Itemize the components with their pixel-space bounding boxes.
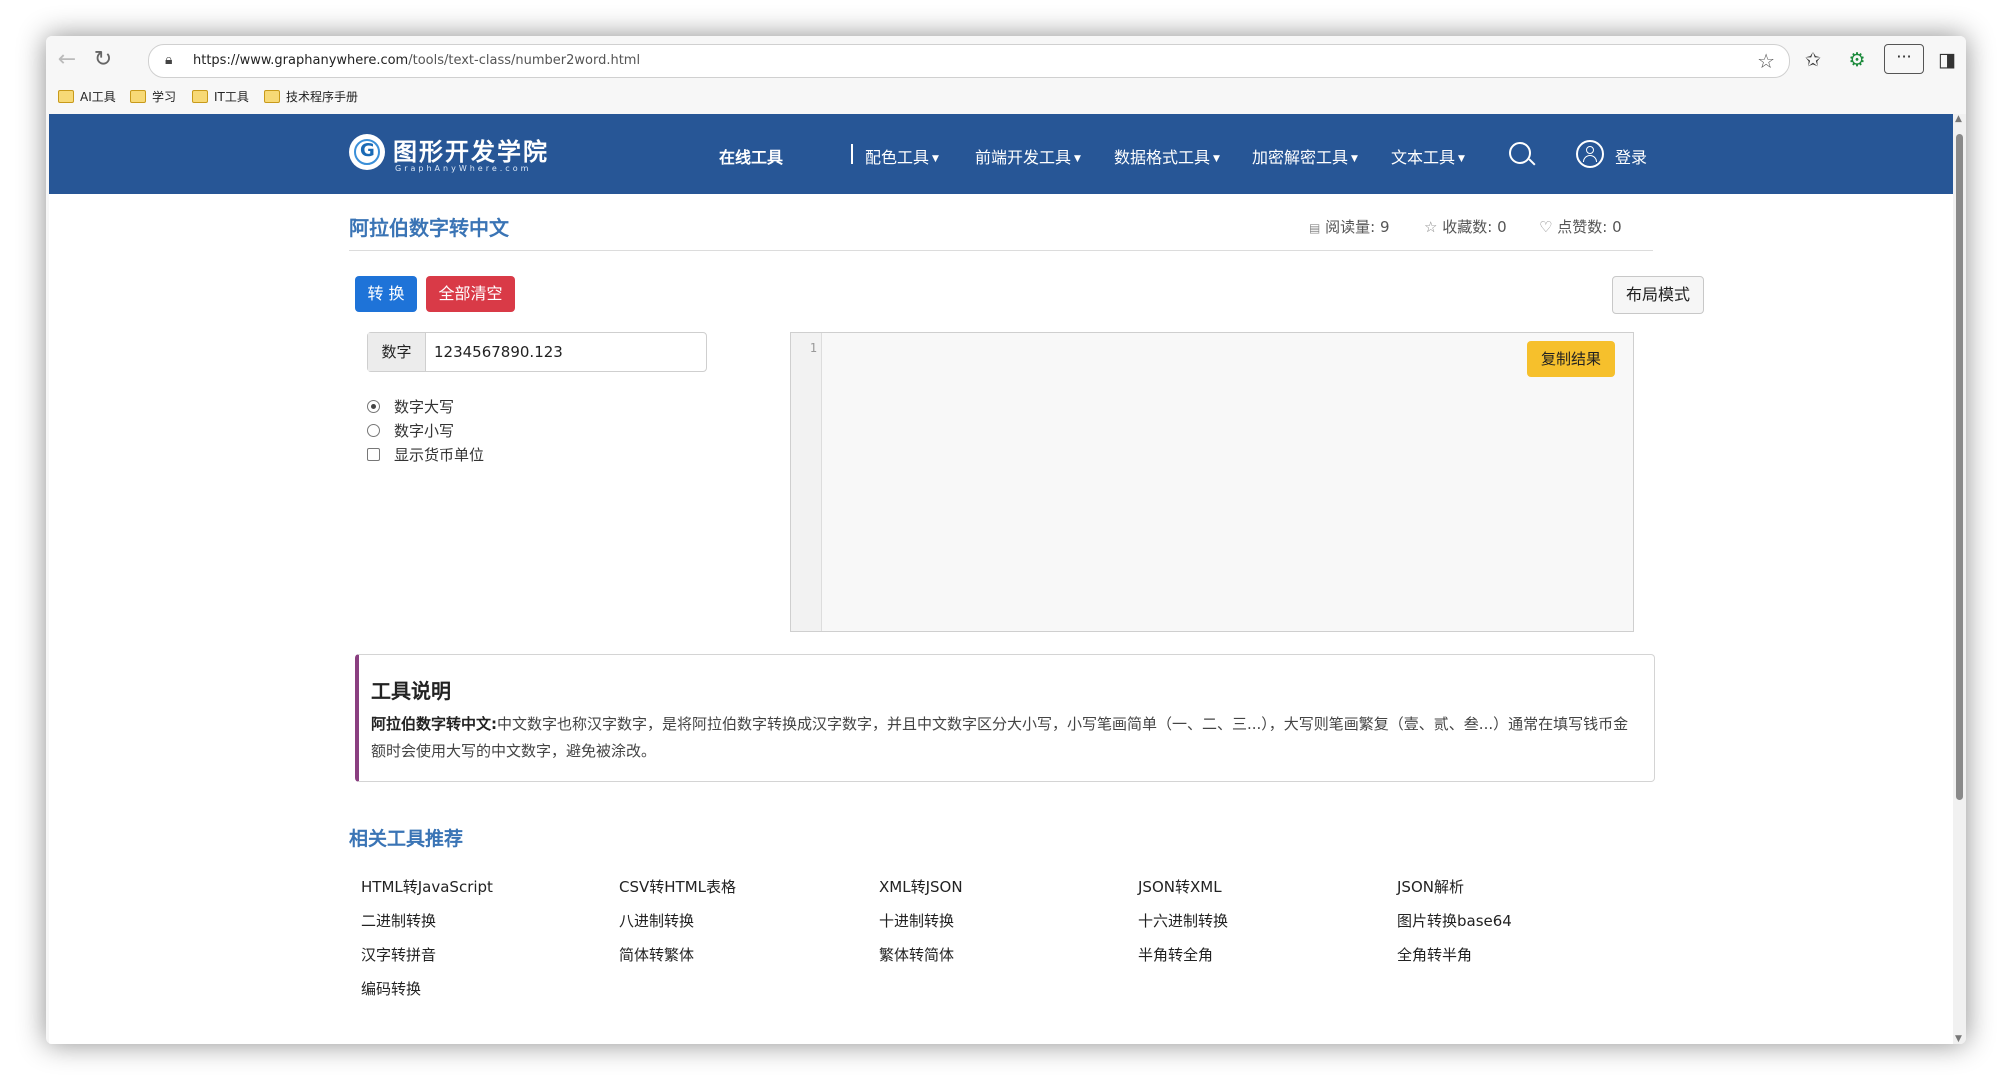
related-link[interactable]: 八进制转换 (619, 910, 694, 931)
back-arrow-icon[interactable]: ← (52, 45, 82, 75)
book-icon: ▤ (1309, 221, 1321, 235)
related-link[interactable]: 全角转半角 (1397, 944, 1472, 965)
scroll-down-icon[interactable]: ▼ (1955, 1034, 1962, 1044)
option-lowercase[interactable]: 数字小写 (367, 420, 454, 441)
browser-window: ← ↻ 🔒︎ https://www.graphanywhere.com/too… (46, 36, 1966, 1044)
bookmark-it-tools[interactable]: IT工具 (192, 88, 249, 105)
related-link[interactable]: XML转JSON (879, 876, 963, 897)
related-link[interactable]: JSON解析 (1397, 876, 1464, 897)
related-link[interactable]: 半角转全角 (1138, 944, 1213, 965)
address-bar-row: ← ↻ 🔒︎ https://www.graphanywhere.com/too… (46, 36, 1966, 82)
related-link[interactable]: 编码转换 (361, 978, 421, 999)
logo-icon: G (349, 134, 385, 170)
more-menu-icon[interactable]: ··· (1884, 44, 1924, 74)
related-tools-heading: 相关工具推荐 (349, 828, 464, 850)
related-link[interactable]: 简体转繁体 (619, 944, 694, 965)
related-link[interactable]: 汉字转拼音 (361, 944, 436, 965)
logo-subtitle: GraphAnyWhere.com (395, 164, 532, 173)
checkbox-unchecked[interactable] (367, 448, 380, 461)
caret-down-icon: ▼ (932, 154, 939, 164)
heart-icon: ♡ (1539, 218, 1553, 236)
layout-mode-button[interactable]: 布局模式 (1612, 276, 1704, 314)
bookmark-ai-tools[interactable]: AI工具 (58, 88, 116, 105)
page-title: 阿拉伯数字转中文 (349, 216, 509, 240)
page-scrollbar[interactable]: ▲ ▼ (1953, 114, 1966, 1044)
url-field[interactable]: 🔒︎ https://www.graphanywhere.com/tools/t… (148, 44, 1790, 78)
nav-online-tools[interactable]: 在线工具 (719, 144, 783, 168)
folder-icon (192, 90, 208, 103)
bookmarks-bar: AI工具 学习 IT工具 技术程序手册 (46, 82, 1966, 112)
logo-title: 图形开发学院 (393, 138, 549, 166)
sidebar-icon[interactable]: ◨ (1932, 46, 1962, 74)
clear-all-button[interactable]: 全部清空 (426, 276, 515, 312)
bookmark-tech-manual[interactable]: 技术程序手册 (264, 88, 358, 105)
favorites-icon[interactable]: ✩ (1798, 46, 1828, 74)
stat-likes[interactable]: ♡ 点赞数: 0 (1539, 216, 1622, 237)
option-uppercase[interactable]: 数字大写 (367, 396, 454, 417)
favorite-star-icon[interactable]: ☆ (1757, 49, 1775, 73)
option-currency-unit[interactable]: 显示货币单位 (367, 444, 484, 465)
title-divider (349, 250, 1653, 251)
tool-description-box: 工具说明 阿拉伯数字转中文:中文数字也称汉字数字，是将阿拉伯数字转换成汉字数字，… (355, 654, 1655, 782)
folder-icon (264, 90, 280, 103)
related-link[interactable]: HTML转JavaScript (361, 876, 493, 897)
radio-unchecked[interactable] (367, 424, 380, 437)
extension-icon[interactable]: ⚙ (1842, 46, 1872, 74)
copy-result-button[interactable]: 复制结果 (1527, 341, 1615, 377)
user-icon[interactable] (1576, 140, 1604, 168)
page-viewport: G 图形开发学院 GraphAnyWhere.com 在线工具 配色工具 ▼ 前端… (49, 114, 1953, 1044)
convert-button[interactable]: 转 换 (355, 276, 417, 312)
radio-checked[interactable] (367, 400, 380, 413)
nav-frontend-tools[interactable]: 前端开发工具 ▼ (975, 144, 1081, 168)
reload-icon[interactable]: ↻ (88, 45, 118, 75)
bookmark-study[interactable]: 学习 (130, 88, 176, 105)
scroll-up-icon[interactable]: ▲ (1955, 114, 1962, 124)
star-icon: ☆ (1424, 218, 1438, 236)
nav-divider (851, 144, 853, 164)
nav-color-tools[interactable]: 配色工具 ▼ (865, 144, 939, 168)
nav-data-format-tools[interactable]: 数据格式工具 ▼ (1114, 144, 1220, 168)
folder-icon (58, 90, 74, 103)
folder-icon (130, 90, 146, 103)
number-input-label: 数字 (368, 333, 426, 371)
related-link[interactable]: 十六进制转换 (1138, 910, 1228, 931)
related-link[interactable]: 二进制转换 (361, 910, 436, 931)
result-editor[interactable]: 1 复制结果 (790, 332, 1634, 632)
stat-favorites[interactable]: ☆ 收藏数: 0 (1424, 216, 1507, 237)
lock-icon: 🔒︎ (165, 52, 173, 68)
tool-description-text: 阿拉伯数字转中文:中文数字也称汉字数字，是将阿拉伯数字转换成汉字数字，并且中文数… (371, 715, 1629, 760)
number-input-group: 数字 1234567890.123 (367, 332, 707, 372)
tool-description-heading: 工具说明 (371, 679, 451, 703)
url-text: https://www.graphanywhere.com/tools/text… (193, 53, 641, 68)
nav-crypto-tools[interactable]: 加密解密工具 ▼ (1252, 144, 1358, 168)
site-logo[interactable]: G 图形开发学院 GraphAnyWhere.com (349, 130, 549, 178)
caret-down-icon: ▼ (1458, 154, 1465, 164)
editor-gutter: 1 (791, 333, 822, 631)
caret-down-icon: ▼ (1351, 154, 1358, 164)
scrollbar-thumb[interactable] (1956, 134, 1963, 800)
number-input[interactable]: 1234567890.123 (434, 333, 563, 371)
search-icon[interactable] (1509, 142, 1531, 164)
related-link[interactable]: CSV转HTML表格 (619, 876, 736, 897)
line-number: 1 (809, 341, 817, 355)
related-link[interactable]: 繁体转简体 (879, 944, 954, 965)
related-link[interactable]: 十进制转换 (879, 910, 954, 931)
nav-login[interactable]: 登录 (1615, 144, 1647, 168)
caret-down-icon: ▼ (1213, 154, 1220, 164)
related-link[interactable]: JSON转XML (1138, 876, 1222, 897)
caret-down-icon: ▼ (1074, 154, 1081, 164)
related-link[interactable]: 图片转换base64 (1397, 910, 1512, 931)
site-header: G 图形开发学院 GraphAnyWhere.com 在线工具 配色工具 ▼ 前端… (49, 114, 1953, 194)
nav-text-tools[interactable]: 文本工具 ▼ (1391, 144, 1465, 168)
stat-reads: ▤ 阅读量: 9 (1309, 218, 1390, 236)
